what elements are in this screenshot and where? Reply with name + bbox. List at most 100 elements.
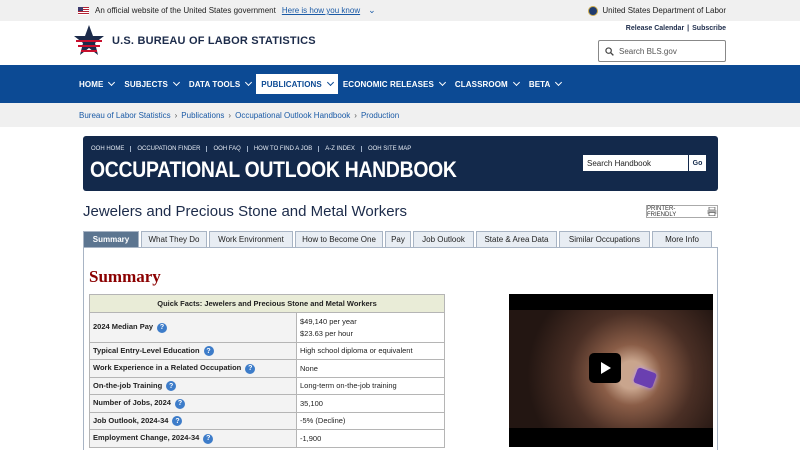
gov-banner-text: An official website of the United States… (95, 6, 276, 15)
help-icon[interactable]: ? (166, 381, 177, 391)
breadcrumb-ooh[interactable]: Occupational Outlook Handbook (235, 111, 350, 120)
chevron-down-icon (326, 78, 334, 87)
help-icon[interactable]: ? (174, 398, 185, 409)
bls-logo-link[interactable]: U.S. BUREAU OF LABOR STATISTICS (74, 24, 316, 58)
dol-link[interactable]: United States Department of Labor (588, 5, 726, 16)
nav-label: PUBLICATIONS (261, 79, 322, 89)
tab-more-info[interactable]: More Info (652, 231, 712, 247)
row-label-cell: On-the-job Training? (89, 377, 297, 395)
row-value: None (296, 359, 445, 378)
us-flag-icon (78, 6, 89, 15)
tab-similar-occupations[interactable]: Similar Occupations (559, 231, 650, 247)
row-value: -5% (Decline) (296, 412, 445, 430)
play-button-icon[interactable] (589, 353, 621, 383)
table-row: Employment Change, 2024-34? -1,900 (89, 429, 445, 448)
tab-how-to-become-one[interactable]: How to Become One (295, 231, 383, 247)
gemstone-ring-image (632, 367, 658, 389)
tab-content: Summary Quick Facts: Jewelers and Precio… (83, 247, 718, 450)
nav-label: ECONOMIC RELEASES (342, 79, 434, 89)
breadcrumb-publications[interactable]: Publications (181, 111, 224, 120)
ooh-faq-link[interactable]: OOH FAQ (206, 146, 246, 152)
main-nav: HOME SUBJECTS DATA TOOLS PUBLICATIONS EC… (0, 65, 800, 103)
tab-work-environment[interactable]: Work Environment (209, 231, 293, 247)
tab-bar: Summary What They Do Work Environment Ho… (83, 231, 718, 247)
help-icon[interactable]: ? (157, 322, 168, 333)
row-label: 2024 Median Pay (93, 322, 154, 332)
bls-star-logo-icon (74, 25, 104, 55)
dol-seal-icon (588, 5, 599, 16)
help-icon[interactable]: ? (172, 416, 183, 426)
row-label-cell: Work Experience in a Related Occupation? (89, 359, 297, 378)
occupation-title: Jewelers and Precious Stone and Metal Wo… (83, 203, 408, 220)
row-value: Long-term on-the-job training (296, 377, 445, 395)
chevron-down-icon (555, 78, 563, 87)
row-label-cell: Number of Jobs, 2024? (89, 394, 297, 413)
row-label: Number of Jobs, 2024 (93, 398, 171, 408)
chevron-down-icon[interactable]: ⌄ (368, 5, 376, 16)
summary-heading: Summary (89, 267, 161, 286)
tab-job-outlook[interactable]: Job Outlook (413, 231, 474, 247)
search-placeholder: Search BLS.gov (619, 46, 677, 56)
masthead: U.S. BUREAU OF LABOR STATISTICS Release … (0, 21, 800, 65)
go-button[interactable]: Go (688, 155, 706, 171)
release-calendar-link[interactable]: Release Calendar (626, 25, 684, 32)
bls-title: U.S. BUREAU OF LABOR STATISTICS (112, 35, 316, 47)
ooh-links: OOH HOME OCCUPATION FINDER OOH FAQ HOW T… (91, 146, 417, 152)
row-label: Employment Change, 2024-34 (93, 433, 200, 443)
printer-friendly-label: PRINTER-FRIENDLY (647, 205, 677, 218)
quick-facts-header-row: Quick Facts: Jewelers and Precious Stone… (89, 294, 445, 313)
chevron-down-icon (438, 78, 446, 87)
chevron-down-icon (172, 78, 180, 87)
bls-search-input[interactable]: Search BLS.gov (598, 40, 726, 62)
ooh-home-link[interactable]: OOH HOME (91, 146, 130, 152)
nav-label: CLASSROOM (454, 79, 508, 89)
chevron-down-icon (512, 78, 520, 87)
help-icon[interactable]: ? (203, 433, 214, 444)
nav-publications[interactable]: PUBLICATIONS (256, 74, 338, 94)
how-to-find-a-job-link[interactable]: HOW TO FIND A JOB (246, 146, 318, 152)
nav-economic-releases[interactable]: ECONOMIC RELEASES (338, 74, 450, 94)
table-row: Work Experience in a Related Occupation?… (89, 359, 445, 378)
search-icon (605, 46, 614, 56)
row-value: -1,900 (296, 429, 445, 448)
how-you-know-link[interactable]: Here is how you know (282, 6, 360, 15)
tab-what-they-do[interactable]: What They Do (141, 231, 207, 247)
row-label: Typical Entry-Level Education (93, 345, 200, 355)
a-z-index-link[interactable]: A-Z INDEX (318, 146, 361, 152)
nav-beta[interactable]: BETA (524, 74, 567, 94)
help-icon[interactable]: ? (203, 346, 214, 356)
ooh-site-map-link[interactable]: OOH SITE MAP (360, 146, 417, 152)
video-player[interactable] (509, 294, 713, 447)
chevron-down-icon (108, 78, 116, 87)
row-label-cell: Job Outlook, 2024-34? (89, 412, 297, 430)
tab-state-area-data[interactable]: State & Area Data (476, 231, 557, 247)
row-label-cell: 2024 Median Pay? (89, 312, 297, 343)
median-pay-year: $49,140 per year (300, 316, 357, 326)
row-value: High school diploma or equivalent (296, 342, 445, 360)
printer-friendly-button[interactable]: PRINTER-FRIENDLY (646, 205, 718, 218)
row-value: 35,100 (296, 394, 445, 413)
ooh-header: OOH HOME OCCUPATION FINDER OOH FAQ HOW T… (83, 136, 718, 191)
dol-label: United States Department of Labor (602, 6, 726, 15)
subscribe-link[interactable]: Subscribe (692, 25, 726, 32)
nav-label: HOME (79, 79, 104, 89)
breadcrumb: Bureau of Labor Statistics › Publication… (0, 103, 800, 127)
nav-home[interactable]: HOME (74, 74, 119, 94)
occupation-finder-link[interactable]: OCCUPATION FINDER (130, 146, 206, 152)
tab-summary[interactable]: Summary (83, 231, 139, 247)
ooh-title[interactable]: OCCUPATIONAL OUTLOOK HANDBOOK (90, 157, 457, 183)
quick-facts-header: Quick Facts: Jewelers and Precious Stone… (89, 294, 445, 313)
utility-links: Release Calendar | Subscribe (626, 25, 726, 32)
help-icon[interactable]: ? (245, 363, 256, 374)
nav-classroom[interactable]: CLASSROOM (450, 74, 524, 94)
nav-subjects[interactable]: SUBJECTS (119, 74, 183, 94)
median-pay-hour: $23.63 per hour (300, 328, 353, 338)
breadcrumb-production[interactable]: Production (361, 111, 399, 120)
nav-label: SUBJECTS (124, 79, 168, 89)
tab-pay[interactable]: Pay (385, 231, 411, 247)
nav-data-tools[interactable]: DATA TOOLS (184, 74, 256, 94)
row-label: Job Outlook, 2024-34 (93, 415, 169, 425)
breadcrumb-bls[interactable]: Bureau of Labor Statistics (79, 111, 171, 120)
search-handbook-input[interactable]: Search Handbook (583, 155, 688, 171)
chevron-right-icon: › (354, 110, 357, 120)
